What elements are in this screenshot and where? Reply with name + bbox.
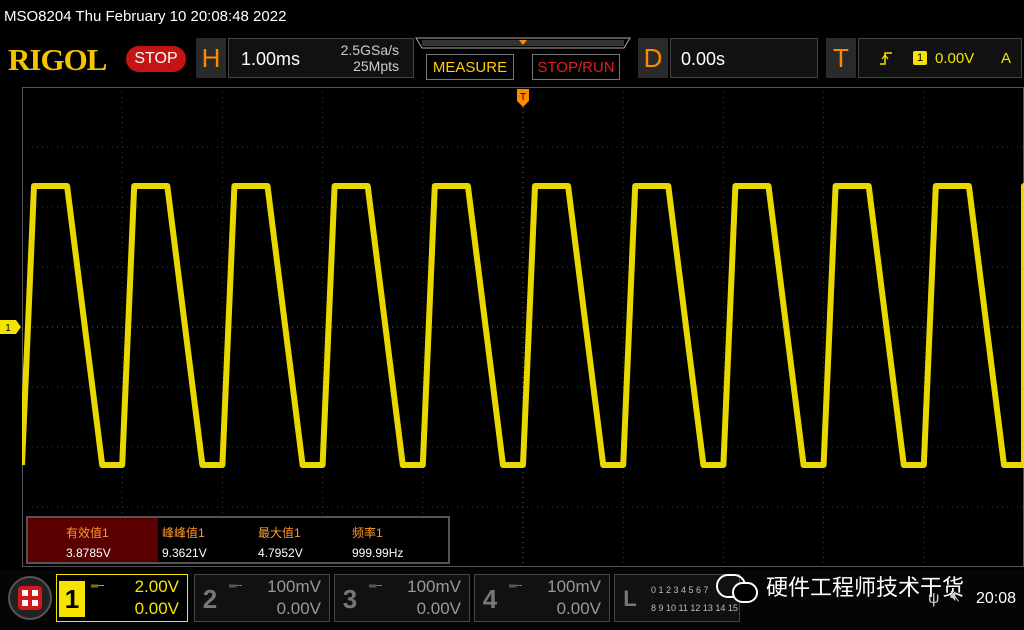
delay-value: 0.00s xyxy=(681,49,726,69)
graticule xyxy=(22,87,1024,567)
measurement-value: 999.99Hz xyxy=(352,546,404,560)
usb-icon: ψ xyxy=(928,590,940,607)
grid-menu-icon xyxy=(18,586,42,610)
channel-3-button[interactable]: 3 ═╌ 100mV 0.00V xyxy=(334,574,470,622)
trigger-position-marker[interactable]: T xyxy=(517,89,529,107)
measurement-value: 3.8785V xyxy=(66,546,111,560)
logic-bits-row-2: 8 9 10 11 12 13 14 15 xyxy=(651,603,738,613)
channel-3-scale: 100mV xyxy=(407,577,461,596)
channel-4-label: 4 xyxy=(482,584,498,614)
channel-4-scale: 100mV xyxy=(547,577,601,596)
waveform-display[interactable]: T xyxy=(22,87,1024,567)
channel-3-label: 3 xyxy=(342,584,358,614)
sample-rate: 2.5GSa/s xyxy=(340,42,399,58)
trigger-marker-label: T xyxy=(520,92,526,103)
measurement-name: 最大值1 xyxy=(258,526,301,540)
channel-4-button[interactable]: 4 ═╌ 100mV 0.00V xyxy=(474,574,610,622)
ground-marker-label: 1 xyxy=(5,323,11,334)
channel-2-scale: 100mV xyxy=(267,577,321,596)
trigger-level: 0.00V xyxy=(935,50,975,67)
memory-overview-bar[interactable] xyxy=(412,36,634,54)
stop-run-button[interactable]: STOP/RUN xyxy=(532,54,620,80)
rising-edge-icon xyxy=(880,52,892,65)
logic-bits-row-1: 0 1 2 3 4 5 6 7 xyxy=(651,585,709,595)
measurement-name: 峰峰值1 xyxy=(162,526,205,540)
logic-label: L xyxy=(623,586,637,611)
delay-panel[interactable]: 0.00s xyxy=(670,38,818,78)
dc-coupling-icon: ═╌ xyxy=(509,581,523,592)
title-text: MSO8204 Thu February 10 20:08:48 2022 xyxy=(4,8,287,25)
measurement-name: 有效值1 xyxy=(66,526,109,540)
channel-4-offset: 0.00V xyxy=(556,599,601,618)
rigol-logo: RIGOL xyxy=(8,42,107,77)
channel-2-offset: 0.00V xyxy=(276,599,321,618)
measurement-name: 频率1 xyxy=(352,526,383,540)
channel-3-offset: 0.00V xyxy=(416,599,461,618)
measurement-value: 9.3621V xyxy=(162,546,207,560)
measurement-panel[interactable]: 有效值1 3.8785V 峰峰值1 9.3621V 最大值1 4.7952V 频… xyxy=(26,516,450,564)
channel-1-button[interactable]: 1 ═╌ 2.00V 0.00V xyxy=(56,574,188,622)
main-menu-button[interactable] xyxy=(8,576,52,620)
trigger-source-badge: 1 xyxy=(913,51,927,65)
channel-1-ground-marker[interactable]: 1 xyxy=(0,319,22,335)
trigger-menu-button[interactable]: T xyxy=(826,38,856,78)
measure-button[interactable]: MEASURE xyxy=(426,54,514,80)
channel-2-label: 2 xyxy=(202,584,218,614)
horizontal-menu-button[interactable]: H xyxy=(196,38,226,78)
channel-1-scale: 2.00V xyxy=(134,577,179,596)
trigger-mode: A xyxy=(1001,50,1012,67)
channel-1-offset: 0.00V xyxy=(134,599,179,618)
system-clock: 20:08 xyxy=(976,590,1017,607)
memory-depth: 25Mpts xyxy=(353,58,399,74)
title-bar: MSO8204 Thu February 10 20:08:48 2022 xyxy=(0,0,1024,34)
run-state-badge[interactable]: STOP xyxy=(126,46,186,72)
trigger-panel[interactable]: 1 0.00V A xyxy=(858,38,1022,78)
channel-2-button[interactable]: 2 ═╌ 100mV 0.00V xyxy=(194,574,330,622)
channel-1-label: 1 xyxy=(59,581,85,617)
mute-icon[interactable]: 🔇︎ xyxy=(950,588,960,606)
timebase-panel[interactable]: 1.00ms 2.5GSa/s 25Mpts xyxy=(228,38,414,78)
wechat-icon xyxy=(716,572,760,603)
timebase-value: 1.00ms xyxy=(241,49,301,69)
measurement-value: 4.7952V xyxy=(258,546,303,560)
delay-menu-button[interactable]: D xyxy=(638,38,668,78)
dc-coupling-icon: ═╌ xyxy=(369,581,383,592)
dc-coupling-icon: ═╌ xyxy=(91,581,105,592)
dc-coupling-icon: ═╌ xyxy=(229,581,243,592)
